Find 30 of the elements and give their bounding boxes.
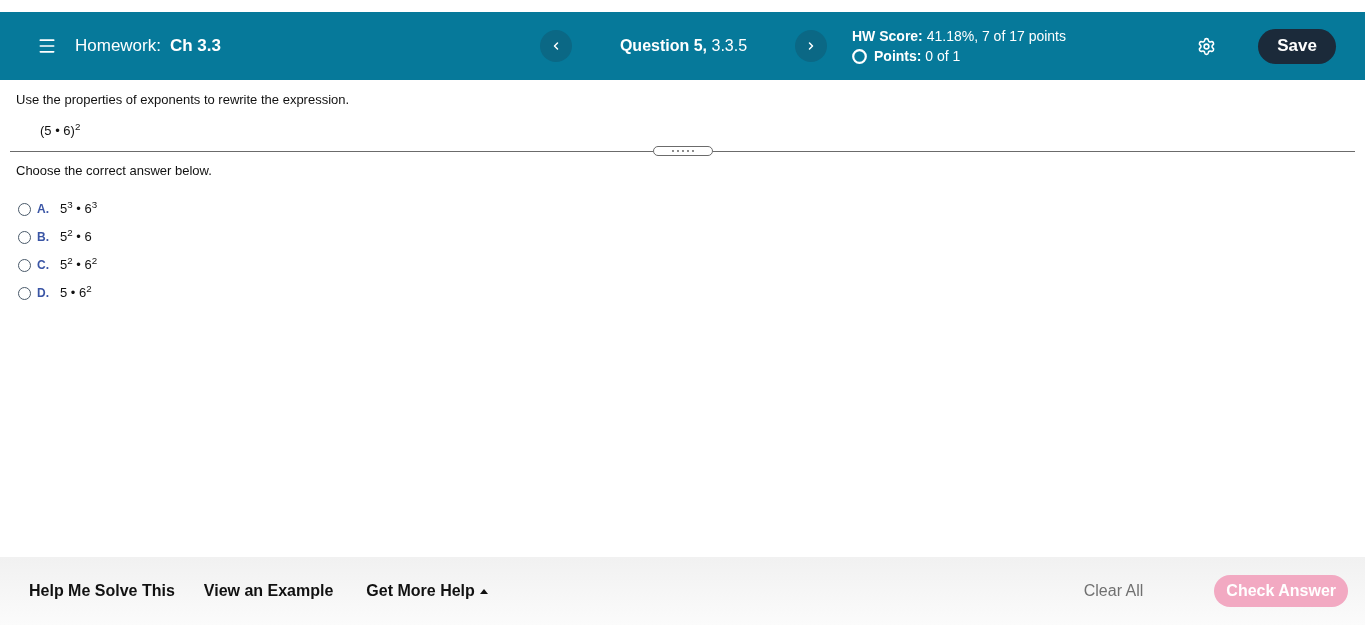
option-letter: D. [37,285,50,301]
radio-button[interactable] [18,202,31,216]
help-link[interactable]: Help Me Solve This [29,579,175,603]
option-letter: B. [37,229,50,245]
option-expression: 5 • 6$^{2}$ [60,285,92,301]
question-title: Question 5, 3.3.5 [619,36,748,56]
option-expression: 5$^{3}$ • 6$^{3}$ [60,201,98,217]
points-text: Points: 0 of 1 [874,47,961,65]
hw-score-text: HW Score: 41.18%, 7 of 17 points [852,27,1066,45]
menu-icon[interactable] [37,36,57,56]
settings-icon[interactable] [1197,36,1216,56]
radio-button[interactable] [18,258,31,272]
save-button[interactable]: Save [1258,28,1336,64]
answer-prompt: Choose the correct answer below. [15,163,213,179]
option-expression: 5$^{2}$ • 6$^{2}$ [60,257,98,273]
option-letter: C. [37,257,50,273]
help-link[interactable]: View an Example [203,579,334,603]
homework-title: Ch 3.3 [169,35,221,58]
instruction-text: Use the properties of exponents to rewrite the expression. [15,92,351,108]
radio-button[interactable] [18,286,31,300]
option-letter: A. [37,201,50,217]
caret-up-icon [479,588,488,594]
homework-label: Homework: [75,35,161,58]
math-expression: (5 • 6)$^{2}$ [40,123,81,138]
radio-button[interactable] [18,230,31,244]
clear-all-button[interactable]: Clear All [1083,579,1144,603]
status-ring-icon [852,48,867,64]
divider-handle[interactable] [652,146,713,156]
option-expression: 5$^{2}$ • 6 [60,229,92,245]
get-more-help-button[interactable]: Get More Help [366,579,488,603]
